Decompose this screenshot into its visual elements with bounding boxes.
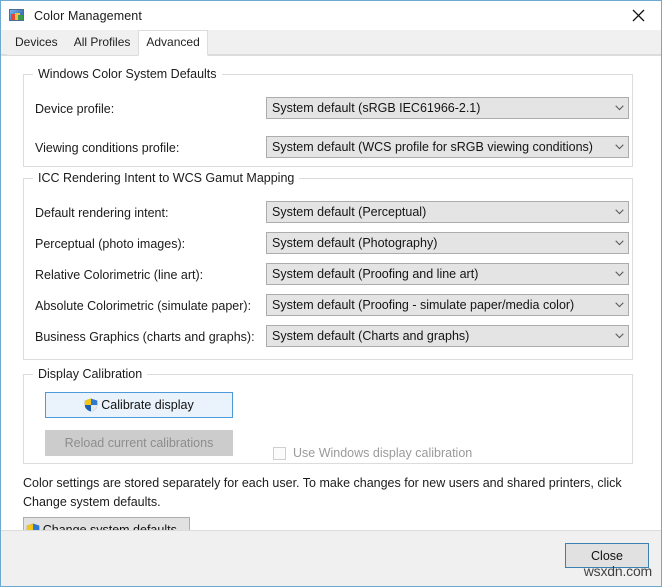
color-management-icon bbox=[9, 8, 25, 24]
close-icon[interactable] bbox=[616, 1, 661, 29]
window-title: Color Management bbox=[34, 8, 142, 23]
use-windows-display-calibration-checkbox[interactable]: Use Windows display calibration bbox=[273, 446, 472, 460]
chevron-down-icon bbox=[610, 271, 628, 277]
group-title-icc-mapping: ICC Rendering Intent to WCS Gamut Mappin… bbox=[33, 171, 300, 185]
chevron-down-icon bbox=[610, 209, 628, 215]
tab-all-profiles[interactable]: All Profiles bbox=[65, 31, 139, 55]
combo-device-profile[interactable]: System default (sRGB IEC61966-2.1) bbox=[266, 97, 629, 119]
label-viewing-conditions-profile: Viewing conditions profile: bbox=[35, 141, 180, 155]
combo-default-rendering-intent[interactable]: System default (Perceptual) bbox=[266, 201, 629, 223]
combo-business-graphics-value: System default (Charts and graphs) bbox=[272, 329, 470, 343]
label-default-rendering-intent: Default rendering intent: bbox=[35, 206, 169, 220]
tab-advanced[interactable]: Advanced bbox=[138, 30, 208, 56]
combo-relative-colorimetric[interactable]: System default (Proofing and line art) bbox=[266, 263, 629, 285]
reload-current-calibrations-button: Reload current calibrations bbox=[45, 430, 233, 456]
combo-business-graphics[interactable]: System default (Charts and graphs) bbox=[266, 325, 629, 347]
group-title-wcs-defaults: Windows Color System Defaults bbox=[33, 67, 222, 81]
tab-devices[interactable]: Devices bbox=[7, 31, 66, 55]
uac-shield-icon bbox=[84, 398, 98, 412]
tab-strip: Devices All Profiles Advanced bbox=[1, 30, 661, 56]
combo-absolute-colorimetric-value: System default (Proofing - simulate pape… bbox=[272, 298, 575, 312]
color-management-window: Color Management Devices All Profiles Ad… bbox=[0, 0, 662, 587]
label-device-profile: Device profile: bbox=[35, 102, 115, 116]
chevron-down-icon bbox=[610, 302, 628, 308]
calibrate-display-label: Calibrate display bbox=[101, 398, 194, 412]
group-title-display-calibration: Display Calibration bbox=[33, 367, 148, 381]
combo-viewing-conditions-profile[interactable]: System default (WCS profile for sRGB vie… bbox=[266, 136, 629, 158]
combo-device-profile-value: System default (sRGB IEC61966-2.1) bbox=[272, 101, 481, 115]
combo-perceptual[interactable]: System default (Photography) bbox=[266, 232, 629, 254]
chevron-down-icon bbox=[610, 333, 628, 339]
combo-perceptual-value: System default (Photography) bbox=[272, 236, 438, 250]
color-settings-note: Color settings are stored separately for… bbox=[23, 476, 622, 509]
close-button[interactable]: Close bbox=[565, 543, 649, 568]
dialog-footer: Close bbox=[1, 530, 661, 586]
label-perceptual: Perceptual (photo images): bbox=[35, 237, 186, 251]
advanced-tab-panel: Windows Color System Defaults Device pro… bbox=[1, 56, 661, 542]
use-windows-display-calibration-label: Use Windows display calibration bbox=[293, 446, 473, 460]
checkbox-box bbox=[273, 446, 286, 460]
combo-absolute-colorimetric[interactable]: System default (Proofing - simulate pape… bbox=[266, 294, 629, 316]
reload-current-calibrations-label: Reload current calibrations bbox=[64, 436, 214, 450]
titlebar: Color Management bbox=[1, 0, 661, 30]
label-relative-colorimetric: Relative Colorimetric (line art): bbox=[35, 268, 204, 282]
close-button-label: Close bbox=[591, 548, 623, 563]
chevron-down-icon bbox=[610, 105, 628, 111]
combo-viewing-conditions-profile-value: System default (WCS profile for sRGB vie… bbox=[272, 140, 593, 154]
combo-default-rendering-intent-value: System default (Perceptual) bbox=[272, 205, 427, 219]
calibrate-display-button[interactable]: Calibrate display bbox=[45, 392, 233, 418]
label-business-graphics: Business Graphics (charts and graphs): bbox=[35, 330, 255, 344]
label-absolute-colorimetric: Absolute Colorimetric (simulate paper): bbox=[35, 299, 252, 313]
chevron-down-icon bbox=[610, 240, 628, 246]
chevron-down-icon bbox=[610, 144, 628, 150]
combo-relative-colorimetric-value: System default (Proofing and line art) bbox=[272, 267, 479, 281]
